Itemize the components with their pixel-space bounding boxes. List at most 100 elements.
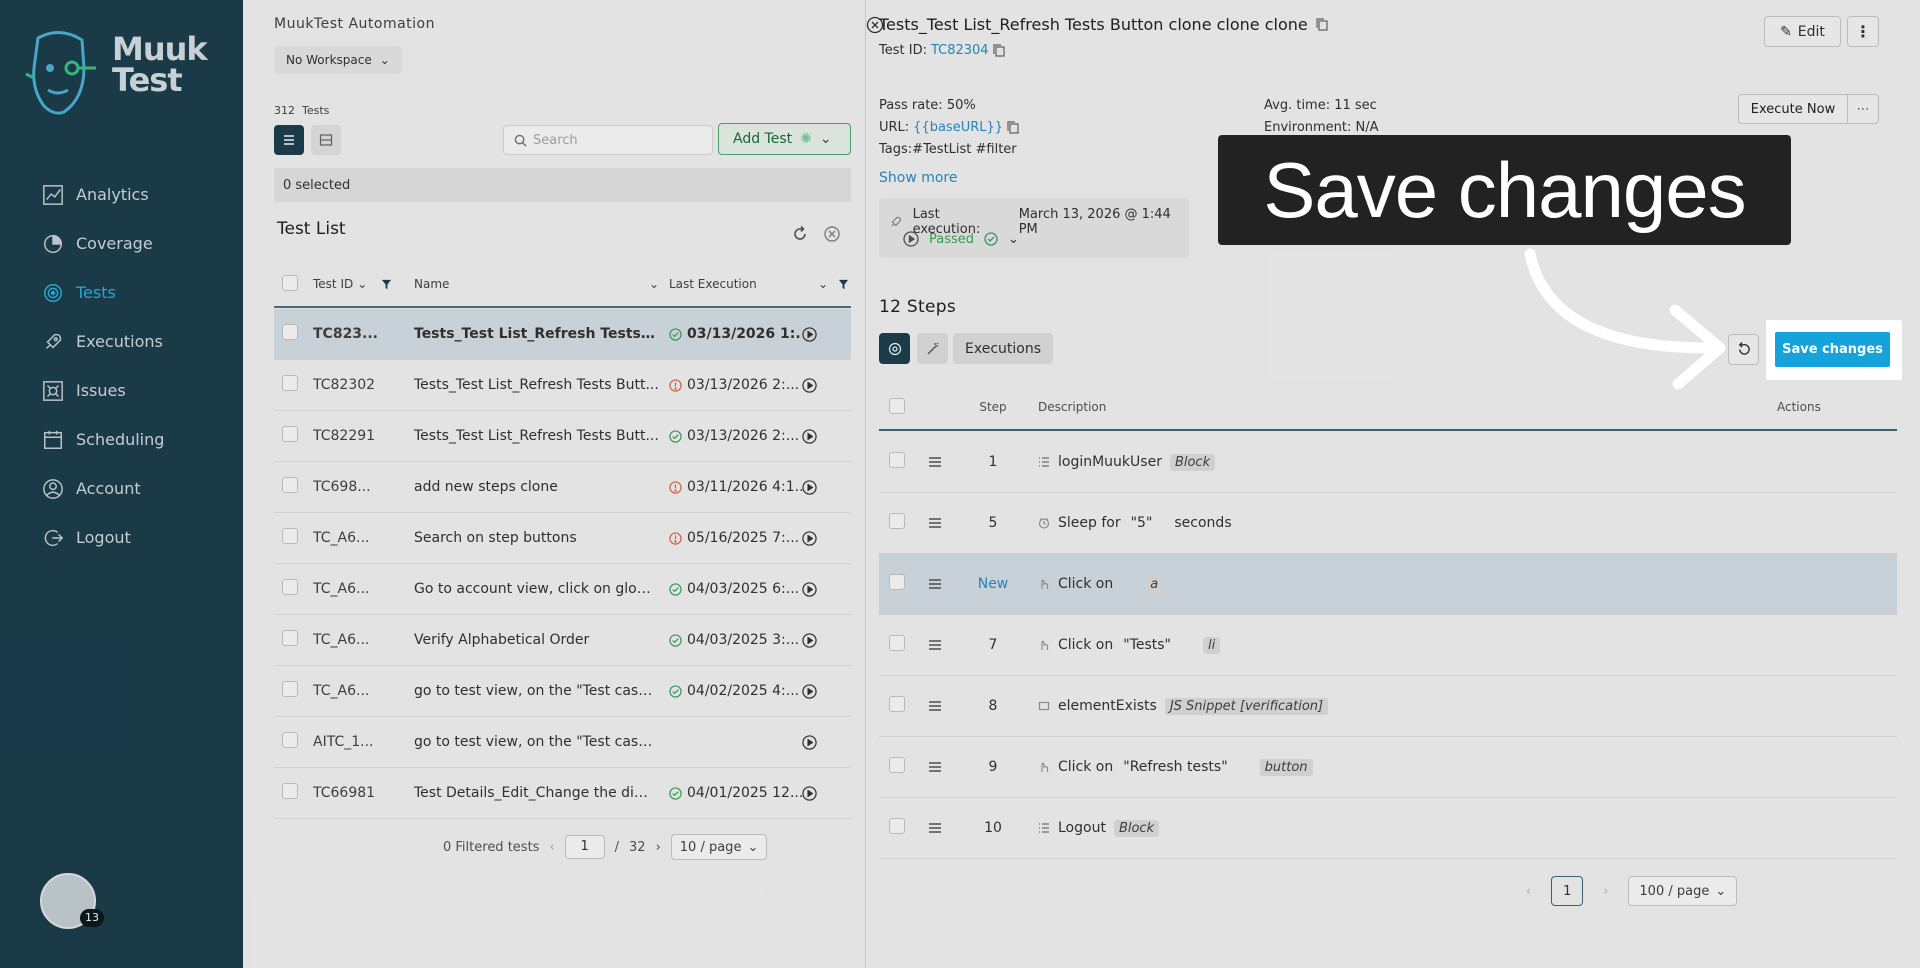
play-icon[interactable] <box>802 530 817 546</box>
clear-filter-icon[interactable] <box>823 225 841 243</box>
step-row[interactable]: 10 Logout Block <box>879 798 1897 859</box>
step-row[interactable]: New Click on a <box>879 554 1897 615</box>
filter-icon[interactable] <box>381 279 392 290</box>
table-row[interactable]: TC66981 Test Details_Edit_Change the dime… <box>274 768 851 819</box>
more-options-button[interactable]: ⋮ <box>1847 16 1879 47</box>
sidebar-item-tests[interactable]: Tests <box>0 268 243 317</box>
row-checkbox[interactable] <box>282 783 298 799</box>
drag-handle-icon[interactable] <box>928 517 942 529</box>
row-checkbox[interactable] <box>282 426 298 442</box>
step-row[interactable]: 9 Click on "Refresh tests" button <box>879 737 1897 798</box>
page-size-select[interactable]: 10 / page ⌄ <box>670 834 768 860</box>
play-icon[interactable] <box>802 377 817 393</box>
step-checkbox[interactable] <box>889 818 905 834</box>
row-checkbox[interactable] <box>282 630 298 646</box>
prev-page-icon[interactable]: ‹ <box>549 840 554 855</box>
prev-page-icon[interactable]: ‹ <box>1526 884 1531 899</box>
play-icon[interactable] <box>903 231 919 247</box>
chevron-down-icon[interactable]: ⌄ <box>1008 232 1019 247</box>
play-icon[interactable] <box>802 428 817 444</box>
step-description: Logout Block <box>1038 819 1160 837</box>
step-row[interactable]: 1 loginMuukUser Block <box>879 432 1897 493</box>
play-icon[interactable] <box>802 581 817 597</box>
drag-handle-icon[interactable] <box>928 761 942 773</box>
play-icon[interactable] <box>802 479 817 495</box>
table-row[interactable]: TC_A6... Verify Alphabetical Order 04/03/2… <box>274 615 851 666</box>
step-checkbox[interactable] <box>889 696 905 712</box>
execute-options-button[interactable]: ⋯ <box>1848 94 1879 124</box>
table-row[interactable]: TC_A6... Go to account view, click on glo… <box>274 564 851 615</box>
workspace-dropdown[interactable]: No Workspace ⌄ <box>274 46 402 74</box>
steps-page-size-select[interactable]: 100 / page ⌄ <box>1628 876 1738 906</box>
select-all-steps-checkbox[interactable] <box>889 397 905 414</box>
sidebar-item-executions[interactable]: Executions <box>0 317 243 366</box>
sidebar-item-scheduling[interactable]: Scheduling <box>0 415 243 464</box>
column-name[interactable]: Name ⌄ <box>414 277 669 291</box>
row-checkbox[interactable] <box>282 324 298 340</box>
steps-title: 12 Steps <box>879 297 956 317</box>
play-icon[interactable] <box>802 785 817 801</box>
row-checkbox[interactable] <box>282 375 298 391</box>
column-test-id[interactable]: Test ID ⌄ <box>313 277 414 291</box>
row-checkbox[interactable] <box>282 477 298 493</box>
play-icon[interactable] <box>802 632 817 648</box>
copy-icon[interactable] <box>1316 18 1328 31</box>
edit-button[interactable]: ✎ Edit <box>1764 16 1841 47</box>
execute-now-button[interactable]: Execute Now <box>1738 94 1848 124</box>
table-row[interactable]: TC698... add new steps clone 03/11/2026 4:… <box>274 462 851 513</box>
step-checkbox[interactable] <box>889 574 905 590</box>
play-icon[interactable] <box>802 734 817 750</box>
step-checkbox[interactable] <box>889 757 905 773</box>
refresh-icon[interactable] <box>791 225 809 243</box>
tab-executions[interactable]: Executions <box>953 333 1053 364</box>
sidebar-item-logout[interactable]: Logout <box>0 513 243 562</box>
column-last-execution[interactable]: Last Execution ⌄ <box>669 277 849 291</box>
table-row[interactable]: AITC_1... go to test view, on the "Test c… <box>274 717 851 768</box>
step-row[interactable]: 5 Sleep for "5" seconds <box>879 493 1897 554</box>
current-page[interactable]: 1 <box>1551 876 1584 906</box>
ai-edit-button[interactable] <box>917 333 948 364</box>
steps-view-button[interactable] <box>879 333 910 364</box>
sidebar-item-issues[interactable]: Issues <box>0 366 243 415</box>
drag-handle-icon[interactable] <box>928 822 942 834</box>
select-all-checkbox[interactable] <box>282 274 298 291</box>
add-test-button[interactable]: Add Test ✺ ⌄ <box>718 123 851 155</box>
sidebar-item-coverage[interactable]: Coverage <box>0 219 243 268</box>
save-changes-button[interactable]: Save changes <box>1775 332 1890 367</box>
url-value[interactable]: {{baseURL}} <box>913 120 1003 135</box>
copy-icon[interactable] <box>1007 121 1019 134</box>
row-checkbox[interactable] <box>282 732 298 748</box>
filter-icon[interactable] <box>838 279 849 290</box>
drag-handle-icon[interactable] <box>928 456 942 468</box>
step-checkbox[interactable] <box>889 513 905 529</box>
table-row[interactable]: TC_A6... Search on step buttons 05/16/2025… <box>274 513 851 564</box>
drag-handle-icon[interactable] <box>928 578 942 590</box>
sidebar-item-account[interactable]: Account <box>0 464 243 513</box>
step-checkbox[interactable] <box>889 635 905 651</box>
step-row[interactable]: 8 elementExists JS Snippet [verification] <box>879 676 1897 737</box>
drag-handle-icon[interactable] <box>928 700 942 712</box>
row-checkbox[interactable] <box>282 681 298 697</box>
table-row[interactable]: TC_A6... go to test view, on the "Test ca… <box>274 666 851 717</box>
search-input[interactable]: Search <box>503 125 713 155</box>
page-number-input[interactable]: 1 <box>564 835 605 859</box>
sidebar-item-analytics[interactable]: Analytics <box>0 170 243 219</box>
show-more-link[interactable]: Show more <box>879 170 958 186</box>
column-step: Step <box>979 400 1007 414</box>
row-checkbox[interactable] <box>282 579 298 595</box>
list-view-button[interactable] <box>274 125 304 155</box>
drag-handle-icon[interactable] <box>928 639 942 651</box>
grid-view-button[interactable] <box>311 125 341 155</box>
table-row[interactable]: TC823... Tests_Test List_Refresh Tests B.… <box>274 309 851 360</box>
table-row[interactable]: TC82291 Tests_Test List_Refresh Tests But… <box>274 411 851 462</box>
copy-icon[interactable] <box>992 44 1005 57</box>
row-checkbox[interactable] <box>282 528 298 544</box>
next-page-icon[interactable]: › <box>656 840 661 855</box>
table-row[interactable]: TC82302 Tests_Test List_Refresh Tests But… <box>274 360 851 411</box>
step-row[interactable]: 7 Click on "Tests" li <box>879 615 1897 676</box>
play-icon[interactable] <box>802 326 817 342</box>
next-page-icon[interactable]: › <box>1603 884 1608 899</box>
play-icon[interactable] <box>802 683 817 699</box>
step-checkbox[interactable] <box>889 452 905 468</box>
test-id-link[interactable]: TC82304 <box>931 43 989 58</box>
